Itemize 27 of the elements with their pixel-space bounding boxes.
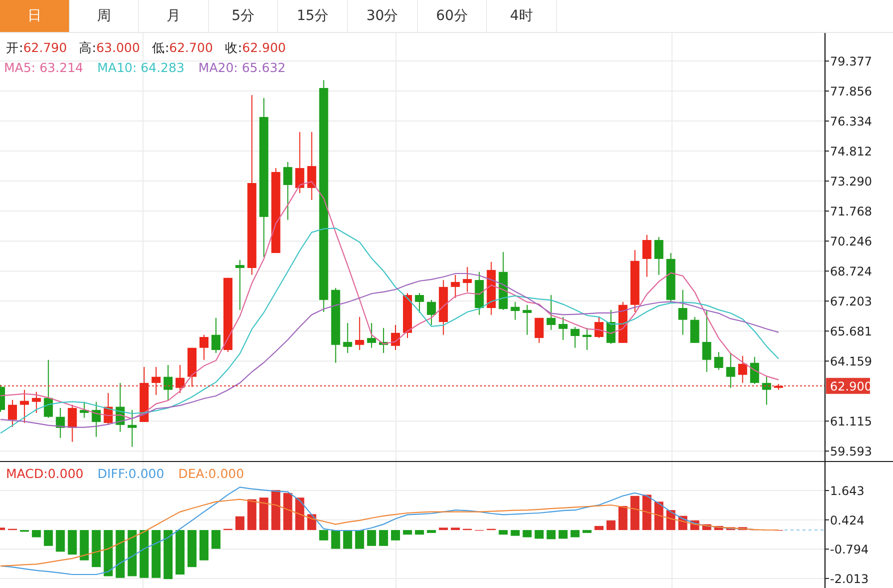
axis-label: 59.593	[830, 444, 872, 459]
axis-label: 67.203	[830, 294, 872, 309]
axis-label: -0.794	[830, 542, 869, 557]
axis-label: 74.812	[830, 144, 872, 159]
axis-label: 77.856	[830, 84, 872, 99]
legend-item: MA10: 64.283	[97, 60, 184, 75]
legend-item: 开:62.790	[6, 40, 67, 57]
axis-label: 64.159	[830, 354, 872, 369]
legend-item: DEA:0.000	[178, 466, 244, 481]
axis-label: 71.768	[830, 204, 872, 219]
legend-item: MACD:0.000	[6, 466, 84, 481]
axis-label: -2.013	[830, 572, 869, 586]
axis-label: 61.115	[830, 414, 872, 429]
axis-label: 65.681	[830, 324, 872, 339]
legend-item: 收:62.900	[224, 40, 286, 57]
axis-label: 68.724	[830, 264, 872, 279]
axis-label: 1.643	[830, 484, 864, 498]
legend-item: 高:63.000	[78, 40, 140, 57]
legend-item: MA20: 65.632	[198, 60, 286, 75]
axis-label: 76.334	[830, 114, 872, 129]
axis-label: 79.377	[830, 54, 872, 69]
axis-label: 73.290	[830, 174, 872, 189]
axis-label: 0.424	[830, 513, 864, 528]
legend-item: MA5: 63.214	[4, 60, 84, 75]
legend-item: DIFF:0.000	[97, 466, 164, 481]
legend-item: 低:62.700	[152, 40, 213, 57]
axis-label: 70.246	[830, 234, 872, 249]
